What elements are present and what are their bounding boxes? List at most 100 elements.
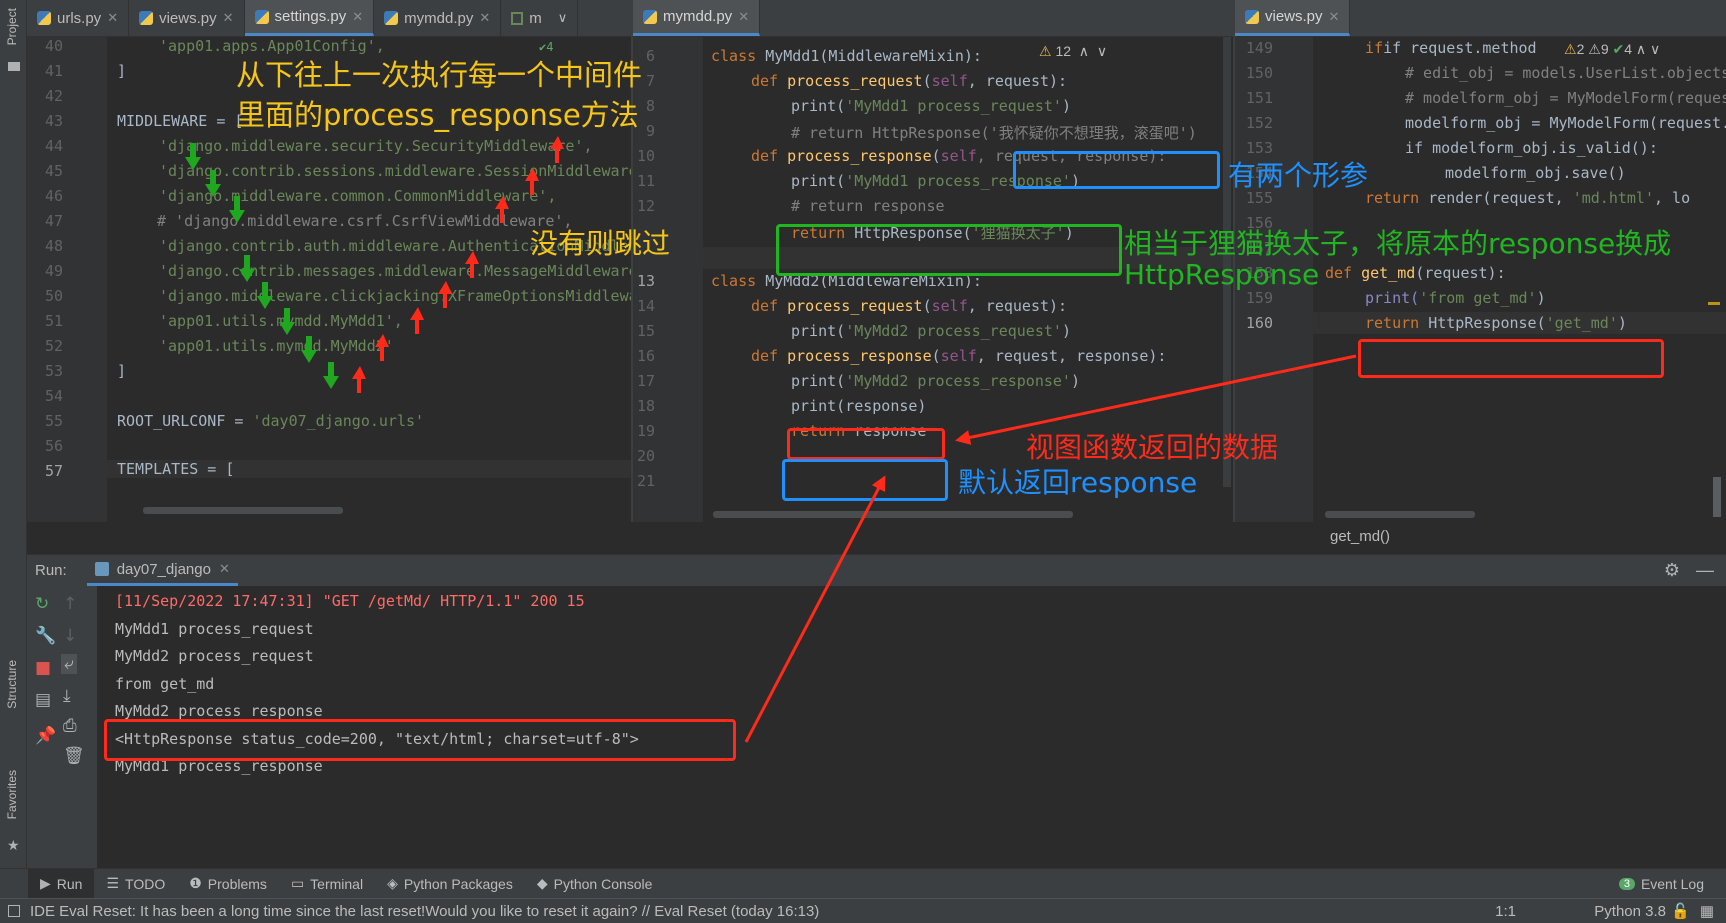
arrow-up-icon[interactable]: ↑ [63, 594, 77, 614]
line-number: 16 [636, 347, 655, 365]
layout-icon[interactable]: ▤ [35, 690, 51, 710]
code-line: def process_response(self, request, resp… [751, 347, 1167, 365]
line-number: 15 [636, 322, 655, 340]
minimize-icon[interactable]: — [1696, 560, 1714, 581]
horizontal-scrollbar[interactable] [143, 507, 343, 514]
line-number: 19 [636, 422, 655, 440]
code-token: , request, response): [976, 347, 1167, 365]
favorites-tool-tab[interactable]: Favorites [5, 770, 19, 819]
rerun-icon[interactable]: ↻ [35, 594, 49, 614]
vertical-scrollbar[interactable] [1713, 477, 1721, 517]
left-tabbar: urls.py ✕ views.py ✕ settings.py ✕ mymdd.py… [27, 0, 631, 37]
structure-tool-tab[interactable]: Structure [5, 660, 19, 709]
stop-icon[interactable]: ■ [35, 658, 51, 678]
breadcrumb[interactable]: get_md() [1234, 522, 1726, 554]
trash-icon[interactable]: 🗑 [63, 746, 85, 766]
notification-icon[interactable]: ▦ [1700, 902, 1714, 920]
line-number: 43 [44, 112, 63, 130]
run-panel-header: Run: day07_django ✕ ⚙ — [27, 554, 1726, 586]
horizontal-scrollbar[interactable] [1325, 511, 1475, 518]
code-line: # edit_obj = models.UserList.objects [1405, 64, 1726, 82]
code-token: 'from get_md' [1419, 289, 1537, 307]
tab-mymdd[interactable]: mymdd.py ✕ [374, 0, 502, 36]
status-message[interactable]: IDE Eval Reset: It has been a long time … [30, 903, 819, 920]
tool-tab-python-console[interactable]: ◆ Python Console [525, 869, 665, 898]
code-line: MIDDLEWARE = [ [117, 112, 244, 130]
code-token: 'MyMdd1 process_request' [845, 97, 1062, 115]
close-icon[interactable]: ✕ [219, 561, 230, 577]
code-token: if request.method [1383, 39, 1546, 57]
close-icon[interactable]: ✕ [1329, 9, 1340, 25]
left-tool-strip: Project Structure Favorites ★ [0, 0, 27, 880]
tab-urls[interactable]: urls.py ✕ [27, 0, 130, 36]
annotation-view-data: 视图函数返回的数据 [1026, 431, 1279, 464]
code-line: # return HttpResponse('我怀疑你不想理我，滚蛋吧') [791, 124, 1197, 142]
console-line: MyMdd2 process_request [115, 647, 314, 665]
print-icon[interactable]: ⎙ [63, 716, 77, 736]
close-icon[interactable]: ✕ [479, 10, 490, 26]
code-line: modelform_obj = MyModelForm(request. [1405, 114, 1726, 132]
scroll-to-end-icon[interactable]: ⤓ [63, 686, 71, 706]
tab-label: mymdd.py [663, 8, 733, 25]
horizontal-scrollbar[interactable] [713, 511, 1073, 518]
terminal-icon: ▭ [290, 875, 305, 891]
breadcrumb-item[interactable]: get_md() [1330, 528, 1390, 545]
inspection-count: 4 [1624, 41, 1633, 57]
lock-icon[interactable]: 🔓 [1671, 902, 1690, 920]
pin-icon[interactable]: 📌 [35, 726, 56, 746]
wrench-icon[interactable]: 🔧 [35, 626, 56, 646]
tab-views[interactable]: views.py ✕ [129, 0, 245, 36]
interpreter-selector[interactable]: Python 3.8 [1594, 903, 1666, 920]
soft-wrap-icon[interactable]: ⤶ [61, 654, 77, 674]
play-icon: ▶ [40, 875, 51, 891]
close-icon[interactable]: ✕ [352, 9, 363, 25]
inspection-widget[interactable]: ⚠ 12 ∧ ∨ [1039, 43, 1107, 60]
chevron-down-icon[interactable]: ∨ [558, 10, 568, 26]
line-number: 41 [44, 62, 63, 80]
caret-position[interactable]: 1:1 [1495, 903, 1516, 920]
code-token: process_request [787, 297, 923, 315]
code-token: process_response [787, 147, 932, 165]
line-number: 45 [44, 162, 63, 180]
tool-tab-todo[interactable]: ☰ TODO [94, 869, 177, 898]
line-number: 56 [44, 437, 63, 455]
code-token: process_response [787, 347, 932, 365]
code-line: 'app01.utils.mymdd.MyMdd2' [159, 337, 394, 355]
inspection-count: 9 [1600, 41, 1609, 57]
project-tool-tab[interactable]: Project [5, 8, 19, 45]
tool-window-bar: ▶ Run ☰ TODO ❶ Problems ▭ Terminal ◈ Python P… [0, 868, 1726, 898]
arrow-down-icon[interactable]: ↓ [63, 626, 77, 646]
tool-tab-event-log[interactable]: 3 Event Log [1607, 869, 1716, 898]
tab-label: mymdd.py [404, 9, 474, 27]
django-icon [94, 562, 109, 576]
tab-m[interactable]: m ∨ [501, 0, 579, 36]
annotation-default-return: 默认返回response [958, 466, 1198, 499]
close-icon[interactable]: ✕ [738, 9, 749, 25]
run-config-tab[interactable]: day07_django ✕ [86, 555, 238, 586]
tool-tab-problems[interactable]: ❶ Problems [177, 869, 279, 898]
code-token: print( [791, 322, 846, 340]
code-token: print( [791, 172, 846, 190]
gear-icon[interactable]: ⚙ [1664, 560, 1680, 581]
tool-tab-run[interactable]: ▶ Run [28, 869, 95, 898]
code-line: ] [117, 362, 127, 380]
line-number: 44 [44, 137, 63, 155]
code-token: print( [791, 97, 846, 115]
tool-tab-label: TODO [125, 875, 166, 892]
tab-mymdd-split[interactable]: mymdd.py ✕ [633, 0, 761, 36]
close-icon[interactable]: ✕ [107, 10, 118, 26]
close-icon[interactable]: ✕ [223, 10, 234, 26]
code-token: , request): [967, 297, 1068, 315]
python-file-icon [1245, 9, 1259, 24]
folder-icon [8, 62, 20, 71]
tool-tab-python-packages[interactable]: ◈ Python Packages [375, 869, 525, 898]
tool-tab-terminal[interactable]: ▭ Terminal [279, 869, 375, 898]
window-icon[interactable] [8, 905, 20, 917]
tab-views-split[interactable]: views.py ✕ [1235, 0, 1351, 36]
code-token: return [1365, 189, 1429, 207]
line-number: 151 [1245, 89, 1273, 107]
inspection-widget[interactable]: ⚠2 ⚠9 ✔4 ∧ ∨ [1560, 41, 1665, 58]
code-token: 'day07_django.urls' [252, 412, 425, 430]
tab-settings[interactable]: settings.py ✕ [244, 0, 375, 36]
editor-bottom-filler [27, 522, 1233, 554]
